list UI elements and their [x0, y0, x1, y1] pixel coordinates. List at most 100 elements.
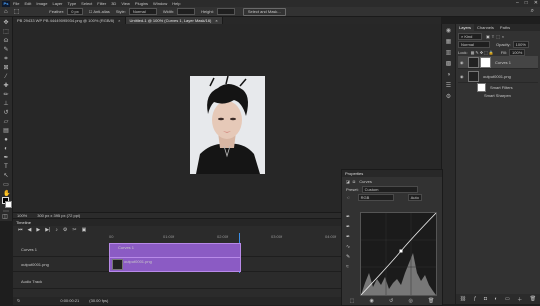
- preset-select[interactable]: Custom: [361, 185, 418, 193]
- visibility-icon[interactable]: ◎: [408, 298, 412, 304]
- gray-point-eyedropper-icon[interactable]: ✒: [346, 224, 350, 230]
- smooth-icon[interactable]: ≈: [346, 264, 350, 270]
- menu-3d[interactable]: 3D: [111, 1, 116, 6]
- feather-input[interactable]: 0 px: [67, 8, 83, 15]
- fx-icon[interactable]: ƒ: [474, 296, 477, 302]
- menu-filter[interactable]: Filter: [97, 1, 106, 6]
- adjustments-panel-icon[interactable]: ◑: [445, 72, 452, 79]
- add-mask-icon[interactable]: ◘: [484, 296, 487, 302]
- trash-icon[interactable]: 🗑: [530, 296, 536, 302]
- clip-to-layer-icon[interactable]: ⬚: [350, 298, 355, 304]
- eyedropper-tool-icon[interactable]: ⁄: [3, 74, 9, 80]
- tab-channels[interactable]: Channels: [474, 24, 497, 31]
- pen-tool-icon[interactable]: ✒: [3, 155, 9, 161]
- marquee-tool-icon[interactable]: ⬚: [14, 8, 20, 15]
- layer-row-curves[interactable]: ◉ Curves 1: [458, 56, 538, 69]
- minimize-button[interactable]: –: [516, 0, 519, 7]
- black-point-eyedropper-icon[interactable]: ✒: [346, 214, 350, 220]
- next-frame-icon[interactable]: ▶|: [45, 227, 50, 233]
- curves-graph[interactable]: [360, 212, 437, 296]
- close-icon[interactable]: ×: [118, 18, 120, 23]
- mask-icon[interactable]: ◘: [353, 179, 355, 184]
- layer-row-image[interactable]: ◉ output0001.png: [458, 70, 538, 83]
- group-icon[interactable]: ▭: [505, 296, 510, 302]
- shape-tool-icon[interactable]: ▭: [3, 182, 9, 188]
- tab-document-2[interactable]: Untitled-1 @ 100% (Curves 1, Layer Mask/…: [125, 17, 223, 24]
- clone-stamp-tool-icon[interactable]: ⊥: [3, 101, 9, 107]
- home-icon[interactable]: ⌂: [4, 9, 8, 15]
- background-color-swatch[interactable]: [5, 201, 12, 208]
- smart-filters-row[interactable]: Smart Filters: [474, 82, 540, 92]
- blur-tool-icon[interactable]: ●: [3, 137, 9, 143]
- select-and-mask-button[interactable]: Select and Mask...: [242, 7, 286, 16]
- history-brush-tool-icon[interactable]: ↺: [3, 110, 9, 116]
- close-window-button[interactable]: ✕: [534, 0, 538, 7]
- eraser-tool-icon[interactable]: ▱: [3, 119, 9, 125]
- color-swatches[interactable]: [2, 197, 12, 208]
- gradients-panel-icon[interactable]: ▥: [445, 50, 452, 57]
- menu-file[interactable]: File: [13, 1, 19, 6]
- on-image-adjust-icon[interactable]: ☜: [346, 195, 350, 200]
- antialias-checkbox[interactable]: ☐: [89, 9, 93, 14]
- tab-paths[interactable]: Paths: [497, 24, 513, 31]
- move-tool-icon[interactable]: ✥: [3, 20, 9, 26]
- patterns-panel-icon[interactable]: ▩: [445, 61, 452, 68]
- height-input[interactable]: [216, 8, 235, 15]
- visibility-eye-icon[interactable]: ◉: [460, 74, 465, 79]
- new-layer-icon[interactable]: ＋: [517, 296, 522, 303]
- gradient-tool-icon[interactable]: ▤: [3, 128, 9, 134]
- menu-layer[interactable]: Layer: [52, 1, 62, 6]
- tab-layers[interactable]: Layers: [456, 24, 475, 31]
- prev-frame-icon[interactable]: ◀: [28, 227, 32, 233]
- visibility-eye-icon[interactable]: ◉: [460, 60, 465, 65]
- swatches-panel-icon[interactable]: ▦: [445, 39, 452, 46]
- quick-mask-icon[interactable]: ◫: [2, 214, 8, 220]
- transition-icon[interactable]: ▣: [82, 227, 87, 233]
- audio-icon[interactable]: ♪: [55, 227, 58, 233]
- opacity-input[interactable]: 100%: [512, 40, 529, 48]
- auto-button[interactable]: Auto: [407, 194, 422, 201]
- pencil-icon[interactable]: ✎: [346, 254, 350, 260]
- first-frame-icon[interactable]: ⏮: [18, 227, 23, 233]
- close-icon[interactable]: ×: [215, 18, 217, 23]
- settings-icon[interactable]: ⚙: [63, 227, 67, 233]
- trash-icon[interactable]: 🗑: [428, 298, 434, 304]
- curve-point-icon[interactable]: ∿: [346, 244, 350, 250]
- kind-filter-select[interactable]: ⌕ Kind: [458, 32, 482, 40]
- marquee-tool-icon[interactable]: ⬚: [3, 29, 9, 35]
- view-previous-icon[interactable]: ◉: [370, 298, 374, 304]
- type-tool-icon[interactable]: T: [3, 164, 9, 170]
- menu-help[interactable]: Help: [172, 1, 180, 6]
- clip-curves[interactable]: Curves 1: [109, 243, 241, 258]
- libraries-panel-icon[interactable]: ☰: [445, 83, 452, 90]
- fill-input[interactable]: 100%: [509, 48, 526, 56]
- path-select-tool-icon[interactable]: ↖: [3, 173, 9, 179]
- menu-type[interactable]: Type: [68, 1, 77, 6]
- lasso-tool-icon[interactable]: ɷ: [3, 38, 9, 44]
- track-name[interactable]: Curves 1: [13, 247, 114, 252]
- brush-tool-icon[interactable]: ✏: [3, 92, 9, 98]
- menu-image[interactable]: Image: [36, 1, 47, 6]
- link-layers-icon[interactable]: ⛓: [460, 296, 466, 302]
- white-point-eyedropper-icon[interactable]: ✒: [346, 234, 350, 240]
- style-select[interactable]: Normal: [128, 8, 157, 15]
- color-panel-icon[interactable]: ◉: [445, 28, 452, 35]
- menu-select[interactable]: Select: [81, 1, 92, 6]
- play-icon[interactable]: ▶: [36, 227, 40, 233]
- clip-image[interactable]: output0001.png: [109, 257, 241, 272]
- adjustment-icon[interactable]: ◐: [494, 296, 497, 302]
- split-icon[interactable]: ✂: [72, 227, 76, 233]
- layer-mask-thumbnail[interactable]: [480, 56, 491, 68]
- menu-edit[interactable]: Edit: [24, 1, 31, 6]
- search-icon[interactable]: ⌕: [531, 8, 534, 15]
- menu-plugins[interactable]: Plugins: [135, 1, 148, 6]
- frame-tool-icon[interactable]: ⊠: [3, 65, 9, 71]
- menu-view[interactable]: View: [121, 1, 130, 6]
- width-input[interactable]: [177, 8, 196, 15]
- blend-mode-select[interactable]: Normal: [458, 40, 490, 48]
- healing-brush-tool-icon[interactable]: ✚: [3, 83, 9, 89]
- quick-select-tool-icon[interactable]: ✎: [3, 47, 9, 53]
- maximize-button[interactable]: □: [525, 0, 528, 7]
- crop-tool-icon[interactable]: ⌗: [3, 56, 9, 62]
- document-image[interactable]: [190, 76, 265, 174]
